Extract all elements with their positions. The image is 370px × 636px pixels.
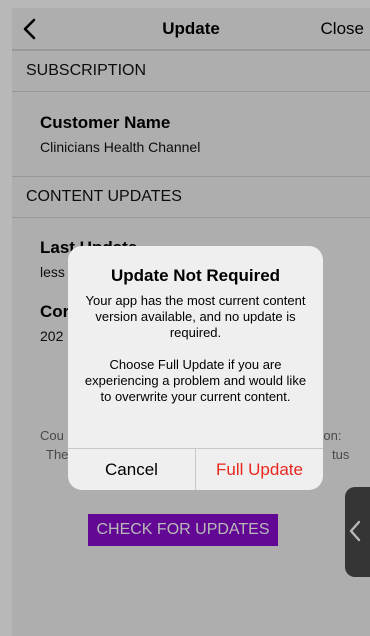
alert-message-paragraph-2: Choose Full Update if you are experienci… xyxy=(84,357,307,404)
cancel-button[interactable]: Cancel xyxy=(68,449,195,490)
alert-message-paragraph-1: Your app has the most current content ve… xyxy=(85,293,306,340)
alert-message: Your app has the most current content ve… xyxy=(80,293,311,405)
full-update-button[interactable]: Full Update xyxy=(196,449,323,490)
alert-button-row: Cancel Full Update xyxy=(68,448,323,490)
alert-title: Update Not Required xyxy=(110,266,281,285)
update-not-required-alert: Update Not Required Your app has the mos… xyxy=(68,246,323,490)
